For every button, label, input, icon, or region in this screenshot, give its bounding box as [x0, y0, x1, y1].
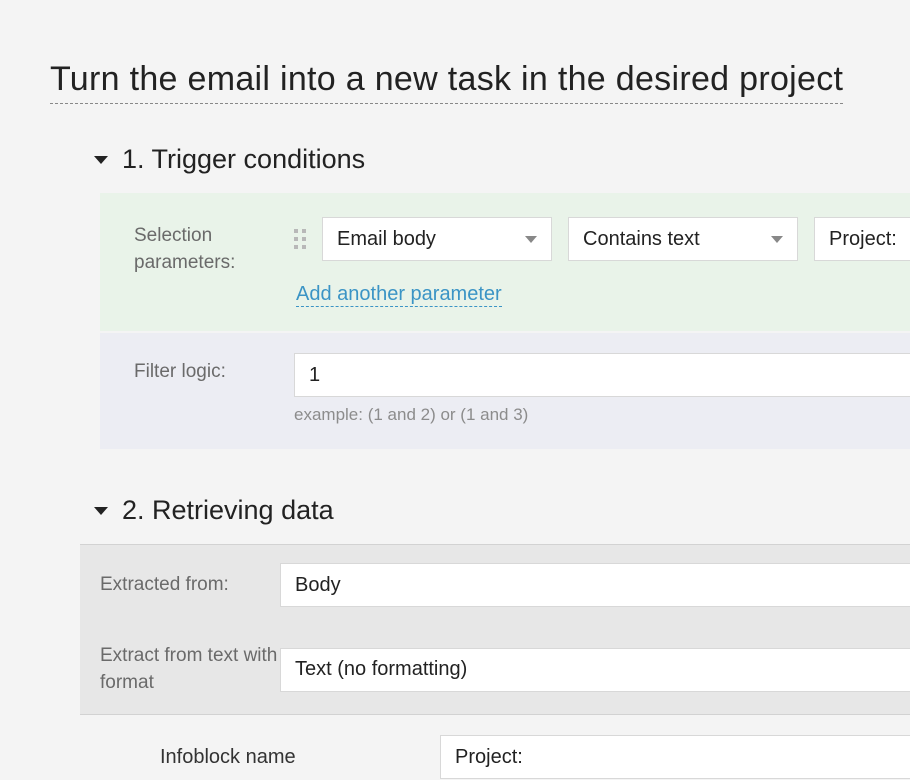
filter-logic-row: Filter logic: example: (1 and 2) or (1 a…	[100, 333, 910, 449]
param-operator-value: Contains text	[583, 228, 700, 251]
section-1-toggle[interactable]: 1. Trigger conditions	[94, 144, 910, 175]
caret-down-icon	[94, 156, 108, 164]
section-1-title: 1. Trigger conditions	[122, 144, 365, 175]
chevron-down-icon	[771, 236, 783, 243]
param-field-value: Email body	[337, 228, 436, 251]
add-parameter-link[interactable]: Add another parameter	[296, 283, 502, 307]
chevron-down-icon	[525, 236, 537, 243]
param-value-text: Project:	[829, 228, 897, 251]
infoblock-row: Infoblock name	[80, 714, 910, 780]
filter-logic-input[interactable]	[294, 353, 910, 397]
drag-handle-icon[interactable]	[294, 229, 306, 249]
retrieving-data-panel: Extracted from: Body Extract from text w…	[80, 544, 910, 780]
parameter-line-1: Email body Contains text Project:	[294, 217, 910, 261]
trigger-conditions-panel: Selection parameters: Email body Contain…	[100, 193, 910, 449]
extract-format-value: Text (no formatting)	[295, 658, 467, 681]
infoblock-name-input[interactable]	[440, 735, 910, 779]
extracted-from-value: Body	[295, 574, 341, 597]
param-operator-select[interactable]: Contains text	[568, 217, 798, 261]
caret-down-icon	[94, 507, 108, 515]
extract-format-label: Extract from text with format	[100, 643, 280, 696]
extracted-from-label: Extracted from:	[100, 572, 280, 599]
filter-logic-example: example: (1 and 2) or (1 and 3)	[294, 405, 910, 425]
param-value-input[interactable]: Project:	[814, 217, 910, 261]
selection-parameters-label: Selection parameters:	[134, 217, 294, 276]
extract-format-row: Extract from text with format Text (no f…	[80, 625, 910, 714]
filter-logic-label: Filter logic:	[134, 353, 294, 386]
page-title[interactable]: Turn the email into a new task in the de…	[50, 60, 843, 104]
extracted-from-row: Extracted from: Body	[80, 545, 910, 625]
section-2-toggle[interactable]: 2. Retrieving data	[94, 495, 910, 526]
section-2-title: 2. Retrieving data	[122, 495, 334, 526]
extract-format-select[interactable]: Text (no formatting)	[280, 648, 910, 692]
param-field-select[interactable]: Email body	[322, 217, 552, 261]
extracted-from-select[interactable]: Body	[280, 563, 910, 607]
infoblock-name-label: Infoblock name	[160, 746, 440, 769]
selection-parameters-row: Selection parameters: Email body Contain…	[100, 193, 910, 333]
